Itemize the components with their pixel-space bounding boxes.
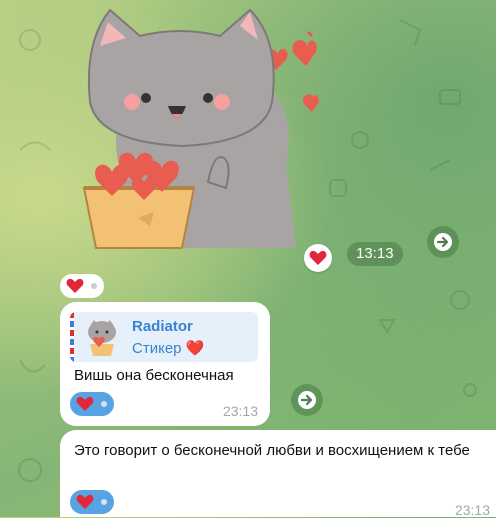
standalone-reaction[interactable]	[60, 274, 104, 298]
red-heart-icon	[76, 396, 94, 411]
sticker-reaction[interactable]	[304, 244, 332, 272]
forward-button[interactable]	[427, 226, 459, 258]
forward-arrow-icon	[298, 391, 316, 409]
sticker-time: 13:13	[347, 242, 403, 266]
reply-author: Radiator	[132, 318, 193, 335]
sticker-thumbnail	[88, 320, 116, 356]
message-text: Это говорит о бесконечной любви и восхищ…	[74, 442, 470, 459]
reaction-dot	[101, 401, 107, 407]
red-heart-icon	[76, 494, 94, 509]
message-bubble[interactable]: Это говорит о бесконечной любви и восхищ…	[60, 430, 496, 518]
message-time: 23:13	[222, 403, 258, 419]
red-heart-icon	[66, 278, 84, 293]
cat-sticker[interactable]	[78, 2, 338, 250]
forward-arrow-icon	[434, 233, 452, 251]
reply-preview[interactable]: Radiator Стикер ❤️	[70, 312, 258, 362]
reply-subtitle: Стикер ❤️	[132, 340, 205, 357]
red-heart-icon	[309, 250, 327, 265]
message-time: 23:13	[454, 502, 490, 518]
reaction-dot	[101, 499, 107, 505]
message-reaction[interactable]	[70, 490, 114, 514]
message-text: Вишь она бесконечная	[74, 367, 234, 384]
reply-bar	[70, 312, 74, 362]
forward-button[interactable]	[291, 384, 323, 416]
reaction-dot	[91, 283, 97, 289]
message-bubble[interactable]: Radiator Стикер ❤️ Вишь она бесконечная …	[60, 302, 270, 426]
message-reaction[interactable]	[70, 392, 114, 416]
